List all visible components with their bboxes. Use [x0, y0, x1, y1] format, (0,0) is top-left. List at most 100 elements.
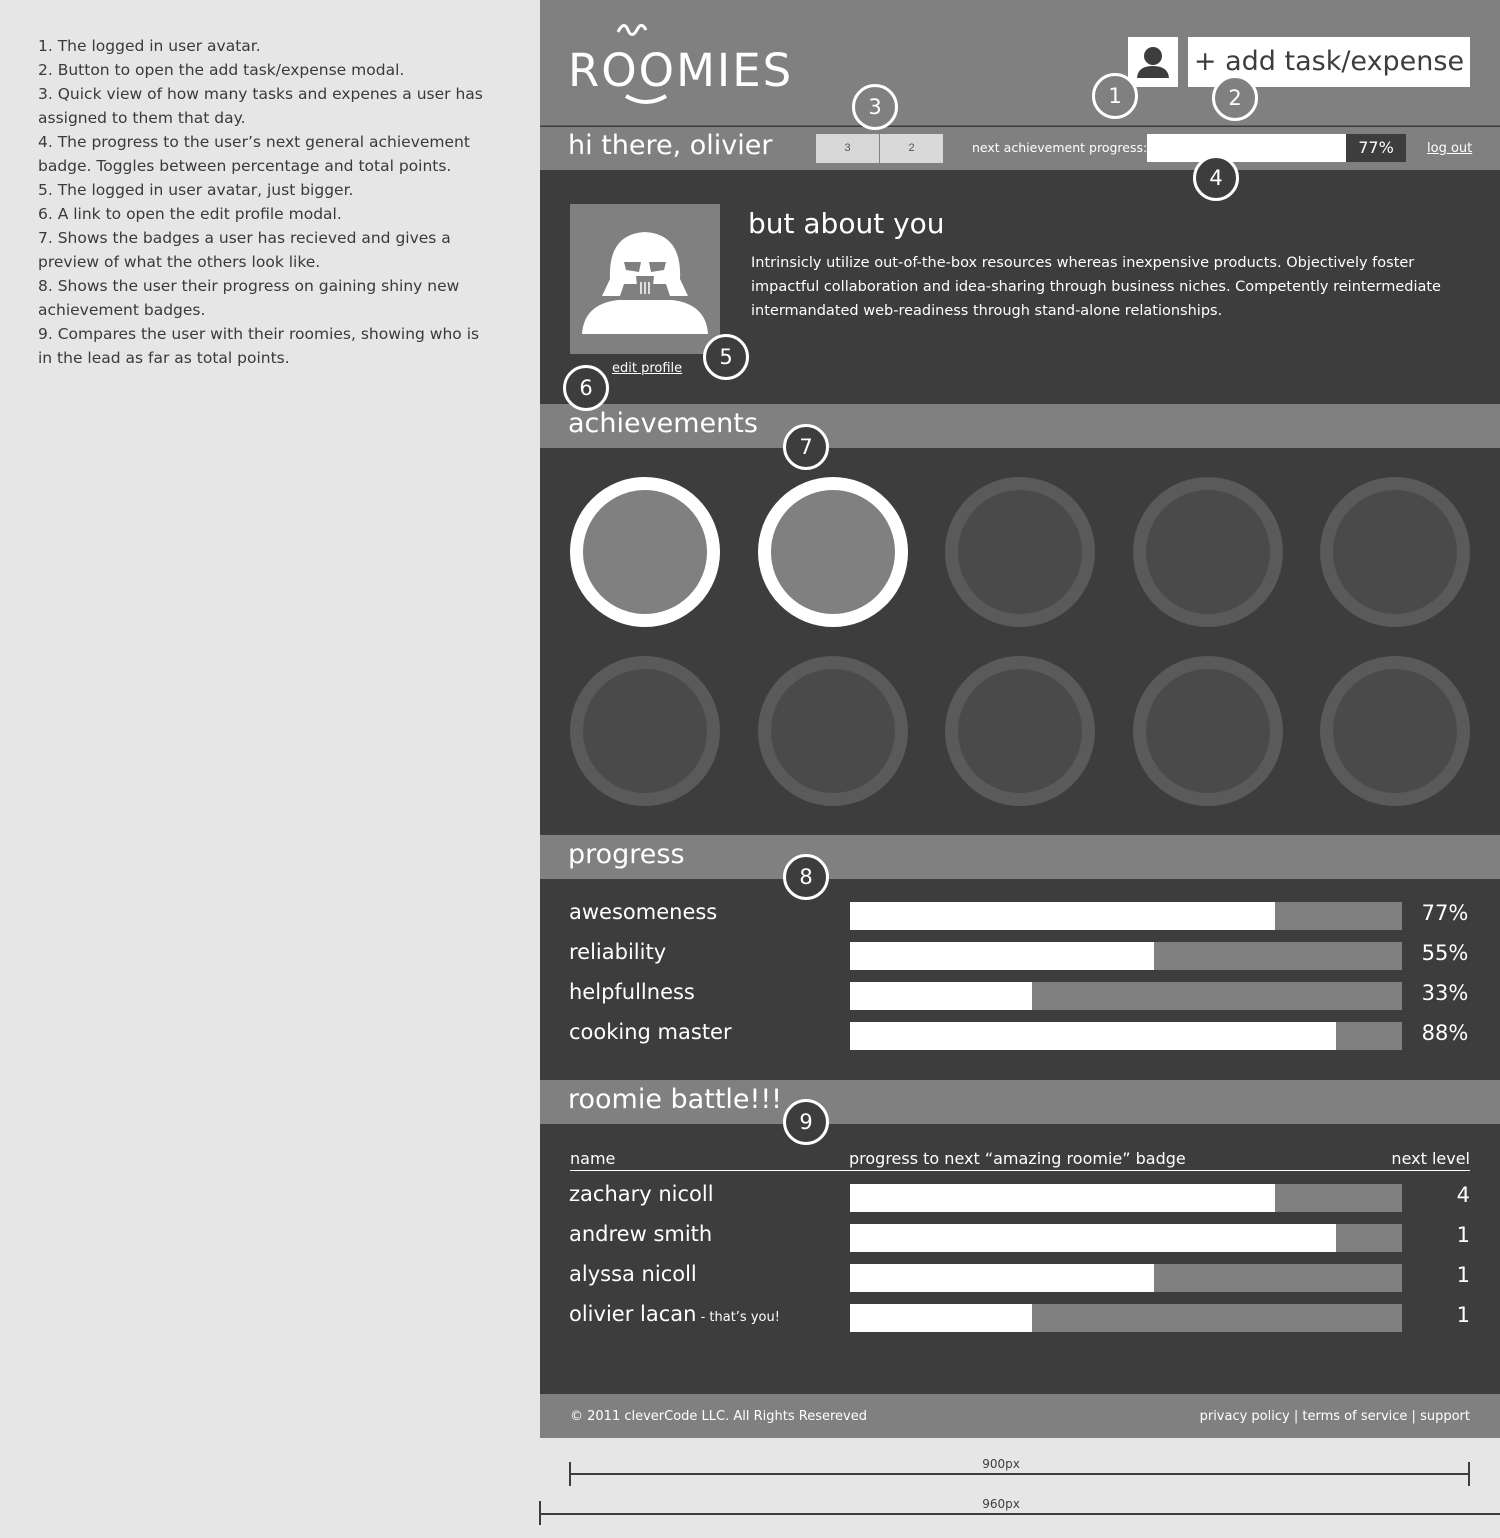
- badge-earned[interactable]: [758, 477, 908, 627]
- roomie-name: andrew smith: [569, 1222, 712, 1246]
- note-5: 5. The logged in user avatar, just bigge…: [38, 181, 354, 199]
- footer: © 2011 cleverCode LLC. All Rights Resere…: [540, 1394, 1500, 1438]
- callout-5: 5: [703, 334, 749, 380]
- roomie-next-level: 4: [1456, 1183, 1470, 1207]
- roomie-name-text: alyssa nicoll: [569, 1262, 697, 1286]
- callout-3: 3: [852, 84, 898, 130]
- progress-header: progress: [540, 835, 1500, 879]
- callout-7: 7: [783, 424, 829, 470]
- terms-of-service-link[interactable]: terms of service: [1302, 1409, 1407, 1424]
- battle-header: roomie battle!!!: [540, 1080, 1500, 1124]
- badge-locked[interactable]: [1133, 477, 1283, 627]
- badge-locked[interactable]: [945, 477, 1095, 627]
- you-indicator: - that’s you!: [696, 1310, 780, 1325]
- progress-label: helpfullness: [569, 980, 695, 1004]
- badge-locked[interactable]: [945, 656, 1095, 806]
- roomie-name: olivier lacan - that’s you!: [569, 1302, 780, 1326]
- progress-bar-fill: [850, 982, 1032, 1010]
- tasks-count-button[interactable]: 3: [816, 134, 879, 163]
- progress-bar: [850, 1022, 1402, 1050]
- progress-pct: 88%: [1421, 1021, 1469, 1045]
- annotation-notes: 1. The logged in user avatar. 2. Button …: [38, 34, 488, 370]
- ruler-label-960: 960px: [982, 1497, 1020, 1511]
- next-achievement-label: next achievement progress:: [972, 140, 1148, 155]
- badge-locked[interactable]: [1320, 477, 1470, 627]
- note-3: 3. Quick view of how many tasks and expe…: [38, 85, 483, 127]
- user-avatar-large: [570, 204, 720, 354]
- progress-label: reliability: [569, 940, 667, 964]
- edit-profile-link[interactable]: edit profile: [612, 361, 682, 376]
- roomie-progress-fill: [850, 1184, 1275, 1212]
- battle-col-name: name: [570, 1149, 616, 1168]
- badge-earned[interactable]: [570, 477, 720, 627]
- ruler-label-900: 900px: [982, 1457, 1020, 1471]
- copyright: © 2011 cleverCode LLC. All Rights Resere…: [570, 1409, 867, 1424]
- progress-label: cooking master: [569, 1020, 732, 1044]
- note-7: 7. Shows the badges a user has recieved …: [38, 229, 451, 271]
- badge-locked[interactable]: [758, 656, 908, 806]
- logo-text: ROOMIES: [568, 44, 794, 97]
- progress-bar: [850, 942, 1402, 970]
- progress-pct: 77%: [1421, 901, 1469, 925]
- support-link[interactable]: support: [1420, 1409, 1470, 1424]
- about-title: but about you: [748, 207, 945, 240]
- callout-1: 1: [1092, 73, 1138, 119]
- progress-bar-fill: [850, 902, 1275, 930]
- ruler-line: [570, 1473, 1470, 1475]
- roomie-progress-bar: [850, 1304, 1402, 1332]
- subheader-bar: hi there, olivier 3 2 next achievement p…: [540, 127, 1500, 170]
- roomie-name-text: olivier lacan: [569, 1302, 697, 1326]
- user-avatar-small[interactable]: [1128, 37, 1178, 87]
- roomie-progress-fill: [850, 1304, 1032, 1332]
- roomie-name: zachary nicoll: [569, 1182, 714, 1206]
- expenses-count-button[interactable]: 2: [880, 134, 943, 163]
- about-body: Intrinsicly utilize out-of-the-box resou…: [751, 255, 1441, 319]
- progress-bar: [850, 902, 1402, 930]
- badge-locked[interactable]: [570, 656, 720, 806]
- roomie-progress-fill: [850, 1224, 1336, 1252]
- progress-pct: 55%: [1421, 941, 1469, 965]
- roomie-name-text: andrew smith: [569, 1222, 713, 1246]
- progress-label: awesomeness: [569, 900, 718, 924]
- privacy-policy-link[interactable]: privacy policy: [1200, 1409, 1290, 1424]
- app-frame: ROOMIES + add task/expense hi there, oli…: [540, 0, 1500, 1438]
- ruler-tick: [569, 1462, 571, 1486]
- roomie-name-text: zachary nicoll: [569, 1182, 714, 1206]
- note-9: 9. Compares the user with their roomies,…: [38, 325, 480, 367]
- achievements-title: achievements: [568, 408, 758, 439]
- callout-8: 8: [783, 854, 829, 900]
- callout-4: 4: [1193, 155, 1239, 201]
- note-6: 6. A link to open the edit profile modal…: [38, 205, 342, 223]
- header: ROOMIES + add task/expense: [540, 0, 1500, 126]
- roomie-name: alyssa nicoll: [569, 1262, 697, 1286]
- progress-bar: [850, 982, 1402, 1010]
- logout-link[interactable]: log out: [1427, 141, 1472, 156]
- roomies-logo[interactable]: ROOMIES: [568, 18, 794, 110]
- footer-separator: |: [1411, 1409, 1416, 1424]
- greeting: hi there, olivier: [568, 130, 773, 161]
- roomie-progress-bar: [850, 1224, 1402, 1252]
- next-achievement-pct: 77%: [1346, 134, 1406, 162]
- next-achievement-progress[interactable]: 77%: [1147, 134, 1406, 162]
- quick-view-counts: 3 2: [816, 134, 943, 163]
- roomie-next-level: 1: [1456, 1223, 1470, 1247]
- badge-locked[interactable]: [1133, 656, 1283, 806]
- roomie-progress-fill: [850, 1264, 1154, 1292]
- progress-bar-fill: [850, 1022, 1336, 1050]
- roomie-progress-bar: [850, 1264, 1402, 1292]
- darth-vader-avatar-icon: [582, 232, 708, 334]
- battle-col-progress: progress to next “amazing roomie” badge: [849, 1149, 1186, 1168]
- callout-6: 6: [563, 365, 609, 411]
- note-2: 2. Button to open the add task/expense m…: [38, 61, 405, 79]
- badge-locked[interactable]: [1320, 656, 1470, 806]
- roomie-next-level: 1: [1456, 1263, 1470, 1287]
- note-4: 4. The progress to the user’s next gener…: [38, 133, 470, 175]
- roomie-next-level: 1: [1456, 1303, 1470, 1327]
- progress-title: progress: [568, 839, 685, 870]
- user-silhouette-icon: [1137, 47, 1169, 78]
- ruler-tick: [1468, 1462, 1470, 1486]
- battle-header-divider: [570, 1170, 1470, 1171]
- ruler-tick: [539, 1501, 541, 1525]
- note-8: 8. Shows the user their progress on gain…: [38, 277, 460, 319]
- roomie-progress-bar: [850, 1184, 1402, 1212]
